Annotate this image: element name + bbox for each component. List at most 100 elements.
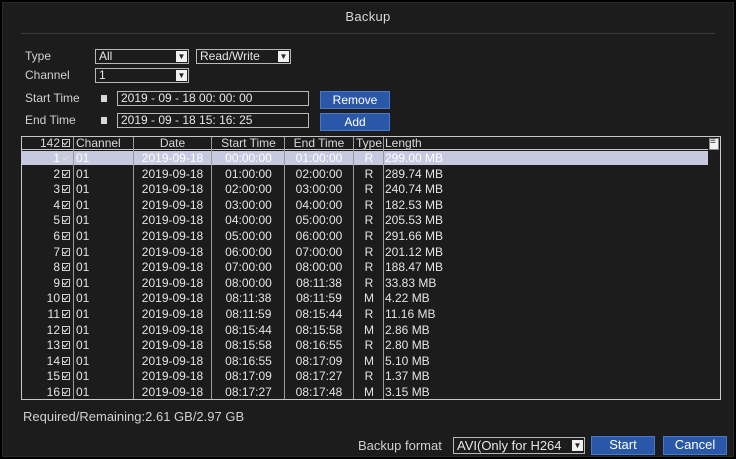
row-number: 14 xyxy=(46,353,60,368)
row-checkbox[interactable] xyxy=(62,260,72,274)
table-row[interactable]: 14 01 2019-09-18 08:16:55 08:17:09 M 5.10 MB xyxy=(22,354,708,368)
chevron-down-icon: ▼ xyxy=(572,440,583,451)
table-row[interactable]: 16 01 2019-09-18 08:17:27 08:17:48 M 3.15 MB xyxy=(22,385,708,399)
row-start-time: 02:00:00 xyxy=(225,182,272,197)
end-time-field[interactable]: 2019 - 09 - 18 15: 16: 25 xyxy=(117,113,309,128)
row-checkbox[interactable] xyxy=(62,354,72,368)
row-number: 1 xyxy=(53,151,60,165)
row-end-time: 02:00:00 xyxy=(295,166,343,181)
calendar-icon[interactable] xyxy=(101,95,107,102)
start-button[interactable]: Start xyxy=(591,436,655,455)
column-divider xyxy=(211,137,212,399)
row-length: 188.47 MB xyxy=(385,260,444,275)
add-button[interactable]: Add xyxy=(320,113,390,131)
backup-window: Backup Type All ▼ Read/Write ▼ Channel 1… xyxy=(2,2,734,457)
row-end-time: 08:11:59 xyxy=(296,291,342,306)
row-channel: 01 xyxy=(76,338,90,353)
row-channel: 01 xyxy=(76,166,90,181)
row-length: 299.00 MB xyxy=(385,151,444,165)
row-date: 2019-09-18 xyxy=(141,229,204,243)
table-row[interactable]: 4 01 2019-09-18 03:00:00 04:00:00 R 182.53 MB xyxy=(22,198,708,212)
table-row[interactable]: 13 01 2019-09-18 08:15:58 08:16:55 R 2.80 MB xyxy=(22,338,708,352)
row-date: 2019-09-18 xyxy=(141,385,204,399)
row-type: M xyxy=(364,322,374,337)
row-checkbox[interactable] xyxy=(62,213,72,227)
row-start-time: 06:00:00 xyxy=(225,244,272,259)
row-number: 3 xyxy=(53,182,60,197)
row-type: M xyxy=(364,385,374,399)
backup-format-select[interactable]: AVI(Only for H264 ▼ xyxy=(453,437,585,454)
row-channel: 01 xyxy=(76,260,90,275)
type-select[interactable]: All ▼ xyxy=(95,49,189,64)
row-checkbox[interactable] xyxy=(62,323,72,337)
row-start-time: 04:00:00 xyxy=(225,213,272,228)
row-type: R xyxy=(364,338,374,353)
row-start-time: 08:15:44 xyxy=(225,322,272,337)
row-checkbox[interactable] xyxy=(62,167,72,181)
row-channel: 01 xyxy=(76,307,90,321)
row-checkbox[interactable] xyxy=(62,385,72,399)
table-row[interactable]: 11 01 2019-09-18 08:11:59 08:15:44 R 11.16 MB xyxy=(22,307,708,321)
table-row[interactable]: 15 01 2019-09-18 08:17:09 08:17:27 R 1.37 MB xyxy=(22,369,708,383)
read-write-select[interactable]: Read/Write ▼ xyxy=(196,49,291,64)
row-date: 2019-09-18 xyxy=(141,182,204,197)
column-divider xyxy=(133,137,134,399)
table-row[interactable]: 10 01 2019-09-18 08:11:38 08:11:59 M 4.22 MB xyxy=(22,291,708,305)
row-end-time: 08:16:55 xyxy=(295,338,343,353)
column-divider xyxy=(73,137,74,399)
header-type: Type xyxy=(355,137,382,149)
row-checkbox[interactable] xyxy=(62,338,72,352)
row-type: R xyxy=(364,244,374,259)
table-header: 142 Channel Date Start Time End Time Typ… xyxy=(22,137,708,150)
row-number: 15 xyxy=(46,369,60,384)
row-checkbox[interactable] xyxy=(62,369,72,383)
table-row[interactable]: 6 01 2019-09-18 05:00:00 06:00:00 R 291.66 MB xyxy=(22,229,708,243)
row-date: 2019-09-18 xyxy=(141,244,204,259)
row-number: 6 xyxy=(53,229,60,243)
row-checkbox[interactable] xyxy=(62,229,72,243)
header-channel: Channel xyxy=(76,137,121,149)
row-end-time: 03:00:00 xyxy=(295,182,343,197)
row-channel: 01 xyxy=(76,353,90,368)
row-number: 8 xyxy=(53,260,60,275)
row-number: 11 xyxy=(47,307,60,321)
row-channel: 01 xyxy=(76,229,90,243)
row-checkbox[interactable] xyxy=(62,151,72,165)
row-start-time: 08:00:00 xyxy=(225,275,272,290)
type-label: Type xyxy=(25,49,52,63)
remove-button[interactable]: Remove xyxy=(320,91,390,109)
row-end-time: 08:00:00 xyxy=(295,260,343,275)
row-number: 4 xyxy=(53,197,60,212)
channel-select[interactable]: 1 ▼ xyxy=(95,68,189,83)
row-checkbox[interactable] xyxy=(62,276,72,290)
row-type: R xyxy=(364,229,374,243)
calendar-icon[interactable] xyxy=(101,117,107,124)
row-checkbox[interactable] xyxy=(62,198,72,212)
row-date: 2019-09-18 xyxy=(141,369,204,384)
row-checkbox[interactable] xyxy=(62,245,72,259)
row-type: R xyxy=(364,307,374,321)
cancel-button[interactable]: Cancel xyxy=(663,436,727,455)
select-all-checkbox[interactable] xyxy=(62,137,72,149)
row-type: R xyxy=(364,275,374,290)
row-date: 2019-09-18 xyxy=(141,151,204,165)
table-row[interactable]: 5 01 2019-09-18 04:00:00 05:00:00 R 205.53 MB xyxy=(22,213,708,227)
row-checkbox[interactable] xyxy=(62,307,72,321)
table-row[interactable]: 2 01 2019-09-18 01:00:00 02:00:00 R 289.74 MB xyxy=(22,167,708,181)
row-checkbox[interactable] xyxy=(62,182,72,196)
table-row[interactable]: 3 01 2019-09-18 02:00:00 03:00:00 R 240.74 MB xyxy=(22,182,708,196)
table-row[interactable]: 12 01 2019-09-18 08:15:44 08:15:58 M 2.86 MB xyxy=(22,323,708,337)
column-divider xyxy=(383,137,384,399)
row-end-time: 05:00:00 xyxy=(295,213,343,228)
table-row[interactable]: 1 01 2019-09-18 00:00:00 01:00:00 R 299.00 MB xyxy=(22,151,708,165)
row-channel: 01 xyxy=(76,322,90,337)
row-checkbox[interactable] xyxy=(62,291,72,305)
table-row[interactable]: 8 01 2019-09-18 07:00:00 08:00:00 R 188.47 MB xyxy=(22,260,708,274)
chevron-down-icon: ▼ xyxy=(176,51,187,62)
column-divider xyxy=(284,137,285,399)
table-row[interactable]: 7 01 2019-09-18 06:00:00 07:00:00 R 201.12 MB xyxy=(22,245,708,259)
row-date: 2019-09-18 xyxy=(141,353,204,368)
scrollbar-thumb[interactable] xyxy=(709,137,719,150)
table-row[interactable]: 9 01 2019-09-18 08:00:00 08:11:38 R 33.83 MB xyxy=(22,276,708,290)
start-time-field[interactable]: 2019 - 09 - 18 00: 00: 00 xyxy=(117,91,309,106)
